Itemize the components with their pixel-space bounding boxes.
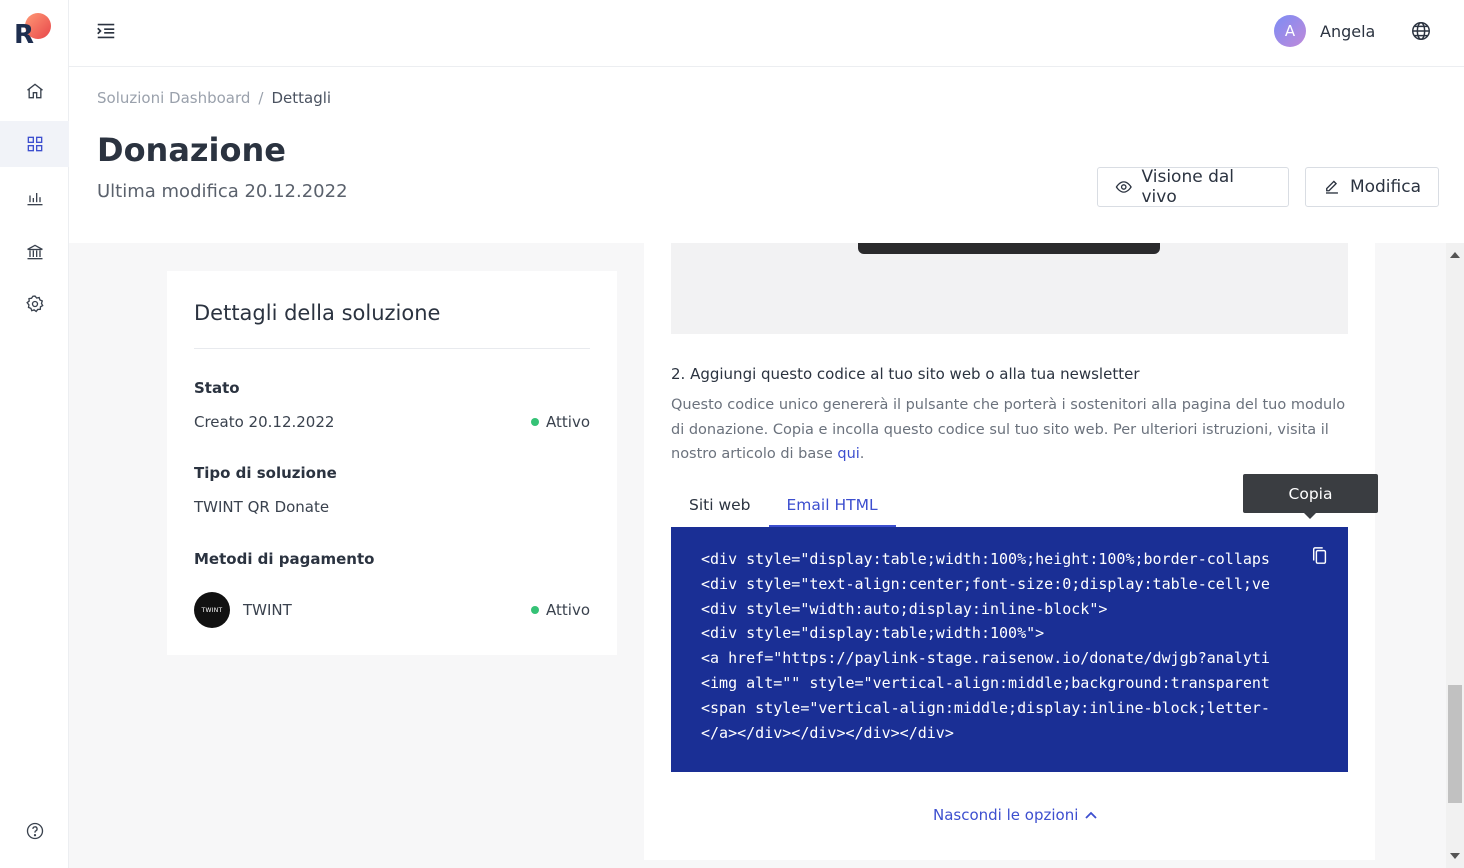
scroll-thumb[interactable] xyxy=(1448,685,1462,803)
live-view-label: Visione dal vivo xyxy=(1141,167,1235,207)
payment-method-name: TWINT xyxy=(243,601,292,619)
solution-type-label: Tipo di soluzione xyxy=(194,464,337,482)
embed-code-card: 2. Aggiungi questo codice al tuo sito we… xyxy=(644,243,1378,860)
menu-toggle-icon[interactable] xyxy=(95,20,117,42)
code-line: </a></div></div></div></div> xyxy=(701,723,954,742)
code-lines: <div style="display:table;width:100%;hei… xyxy=(701,547,1289,745)
app-logo[interactable]: R xyxy=(13,13,53,53)
scroll-down-arrow[interactable] xyxy=(1450,853,1460,859)
step-description: Questo codice unico genererà il pulsante… xyxy=(671,393,1348,467)
hide-options-label: Nascondi le opzioni xyxy=(933,806,1079,824)
logo-letter: R xyxy=(14,20,35,50)
code-line: <div style="display:table;width:100%;hei… xyxy=(701,550,1270,568)
step-title: 2. Aggiungi questo codice al tuo sito we… xyxy=(671,365,1140,383)
state-label: Stato xyxy=(194,379,240,397)
copy-icon[interactable] xyxy=(1311,546,1329,566)
page-header: Soluzioni Dashboard / Dettagli Donazione U… xyxy=(69,67,1464,243)
description-text: Questo codice unico genererà il pulsante… xyxy=(671,397,1346,462)
bank-icon xyxy=(26,244,43,260)
divider xyxy=(194,348,590,349)
status-text: Attivo xyxy=(546,413,590,431)
sidebar-item-bank[interactable] xyxy=(0,229,69,275)
button-preview xyxy=(671,243,1348,334)
sidebar-item-analytics[interactable] xyxy=(0,175,69,221)
sidebar-item-settings[interactable] xyxy=(0,281,69,327)
solution-type-value: TWINT QR Donate xyxy=(194,498,330,516)
hide-options-link[interactable]: Nascondi le opzioni xyxy=(933,806,1098,824)
user-name: Angela xyxy=(1320,21,1376,41)
sidebar-item-help[interactable] xyxy=(0,808,69,854)
user-menu[interactable]: A Angela xyxy=(1274,15,1375,47)
help-icon xyxy=(26,822,43,840)
bar-chart-icon xyxy=(27,193,42,206)
twint-logo: TWINT xyxy=(194,592,230,628)
article-link[interactable]: qui xyxy=(837,446,859,462)
breadcrumb-separator: / xyxy=(258,89,264,107)
preview-button xyxy=(858,243,1160,254)
edit-label: Modifica xyxy=(1349,177,1421,197)
status-dot xyxy=(531,418,540,426)
pencil-icon xyxy=(1325,180,1338,194)
code-line: <div style="width:auto;display:inline-bl… xyxy=(701,599,1108,618)
page-title: Donazione xyxy=(97,131,286,169)
breadcrumb-parent-link[interactable]: Soluzioni Dashboard xyxy=(97,89,250,107)
eye-icon xyxy=(1115,181,1132,193)
code-block[interactable]: <div style="display:table;width:100%;hei… xyxy=(671,527,1348,772)
payment-methods-label: Metodi di pagamento xyxy=(194,550,375,568)
solution-details-card: Dettagli della soluzione Stato Creato 20… xyxy=(167,271,617,655)
payment-status-text: Attivo xyxy=(546,601,590,619)
page-subtitle: Ultima modifica 20.12.2022 xyxy=(97,181,348,202)
edit-button[interactable]: Modifica xyxy=(1305,167,1439,207)
live-view-button[interactable]: Visione dal vivo xyxy=(1097,167,1289,207)
details-title: Dettagli della soluzione xyxy=(194,301,441,325)
sidebar-item-home[interactable] xyxy=(0,68,69,114)
created-date: Creato 20.12.2022 xyxy=(194,413,335,431)
code-line: <a href="https://paylink-stage.raisenow.… xyxy=(701,649,1270,668)
home-icon xyxy=(26,83,43,99)
sidebar-item-solutions[interactable] xyxy=(0,121,69,167)
code-tabs: Siti web Email HTML xyxy=(671,487,896,527)
code-line: <div style="display:table;width:100%"> xyxy=(701,624,1045,643)
top-bar: A Angela xyxy=(69,0,1464,67)
avatar: A xyxy=(1274,15,1306,47)
sidebar: R xyxy=(0,0,69,868)
payment-status-badge: Attivo xyxy=(531,601,590,619)
grid-icon xyxy=(27,136,42,152)
scrollbar[interactable] xyxy=(1446,243,1464,868)
breadcrumb: Soluzioni Dashboard / Dettagli xyxy=(97,89,331,107)
description-end: . xyxy=(859,446,865,462)
status-badge: Attivo xyxy=(531,413,590,431)
tab-websites[interactable]: Siti web xyxy=(671,487,769,527)
chevron-up-icon xyxy=(1085,811,1098,819)
tab-email-html[interactable]: Email HTML xyxy=(768,487,896,527)
breadcrumb-current: Dettagli xyxy=(271,89,332,107)
scroll-up-arrow[interactable] xyxy=(1450,252,1460,258)
globe-icon[interactable] xyxy=(1410,20,1432,42)
copy-tooltip: Copia xyxy=(1243,474,1378,519)
code-line: <div style="text-align:center;font-size:… xyxy=(701,574,1270,593)
gear-icon xyxy=(25,295,44,313)
code-line: <img alt="" style="vertical-align:middle… xyxy=(701,673,1270,692)
code-line: <span style="vertical-align:middle;displ… xyxy=(701,698,1270,717)
status-dot xyxy=(531,606,540,614)
